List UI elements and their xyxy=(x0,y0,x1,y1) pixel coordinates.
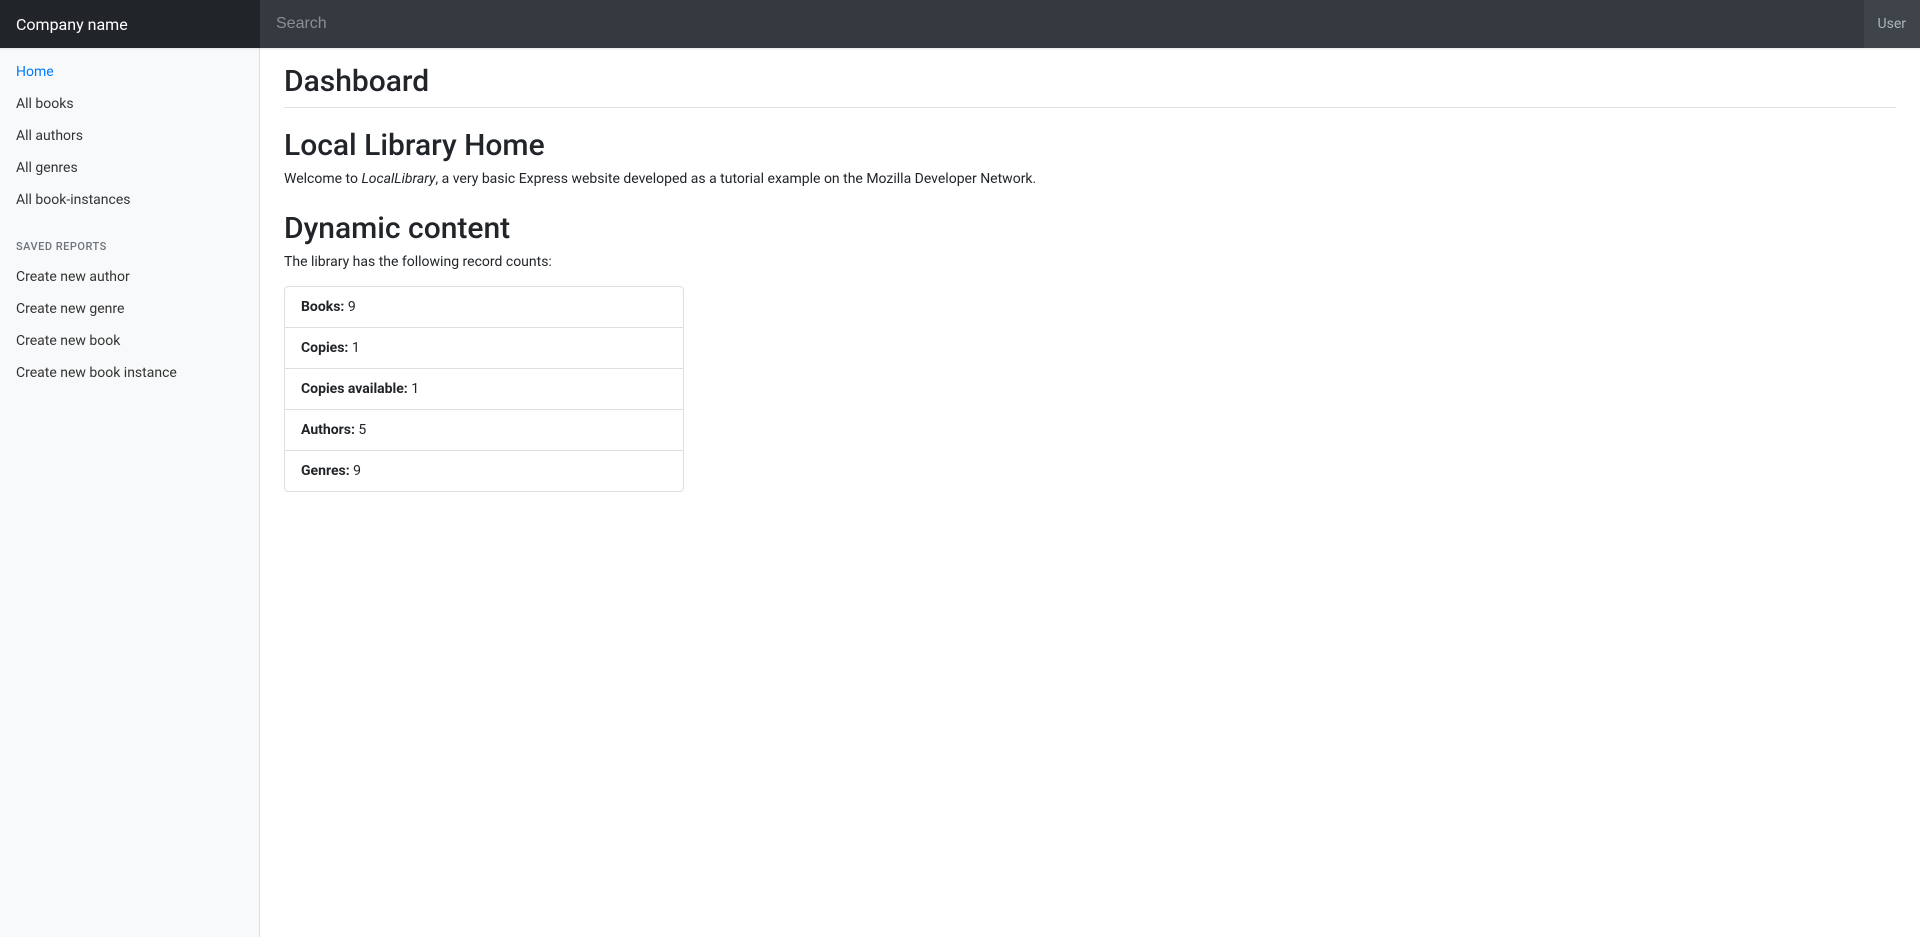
sidebar-item-all-book-instances[interactable]: All book-instances xyxy=(0,184,260,216)
records-intro: The library has the following record cou… xyxy=(284,254,1896,270)
record-label: Authors: xyxy=(301,422,355,438)
sidebar-item-all-authors[interactable]: All authors xyxy=(0,120,260,152)
home-title: Local Library Home xyxy=(284,128,1896,163)
top-header: Company name User xyxy=(0,0,1920,48)
sidebar-item-all-books[interactable]: All books xyxy=(0,88,260,120)
main-content: Dashboard Local Library Home Welcome to … xyxy=(260,48,1920,508)
sidebar-section-heading: Saved reports xyxy=(0,232,260,261)
record-label: Books: xyxy=(301,299,344,315)
welcome-text: Welcome to LocalLibrary, a very basic Ex… xyxy=(284,171,1896,187)
record-value: 1 xyxy=(352,340,360,356)
sidebar: Home All books All authors All genres Al… xyxy=(0,48,260,937)
sidebar-nav-primary: Home All books All authors All genres Al… xyxy=(0,56,260,216)
sidebar-item-create-genre[interactable]: Create new genre xyxy=(0,293,260,325)
record-label: Copies available: xyxy=(301,381,408,397)
dynamic-content-title: Dynamic content xyxy=(284,211,1896,246)
list-item: Genres: 9 xyxy=(285,451,683,491)
user-menu[interactable]: User xyxy=(1864,0,1920,48)
welcome-em: LocalLibrary xyxy=(361,171,435,187)
record-label: Copies: xyxy=(301,340,348,356)
record-value: 5 xyxy=(358,422,366,438)
search-area xyxy=(260,0,1864,48)
record-label: Genres: xyxy=(301,463,350,479)
search-input[interactable] xyxy=(260,0,1864,48)
sidebar-nav-actions: Create new author Create new genre Creat… xyxy=(0,261,260,389)
sidebar-item-all-genres[interactable]: All genres xyxy=(0,152,260,184)
welcome-suffix: , a very basic Express website developed… xyxy=(435,171,1036,187)
list-item: Copies: 1 xyxy=(285,328,683,369)
page-title: Dashboard xyxy=(284,64,1896,108)
sidebar-item-create-author[interactable]: Create new author xyxy=(0,261,260,293)
record-value: 9 xyxy=(348,299,356,315)
brand-label[interactable]: Company name xyxy=(0,0,260,48)
sidebar-item-create-book[interactable]: Create new book xyxy=(0,325,260,357)
record-value: 9 xyxy=(353,463,361,479)
welcome-prefix: Welcome to xyxy=(284,171,361,187)
list-item: Books: 9 xyxy=(285,287,683,328)
records-list: Books: 9 Copies: 1 Copies available: 1 A… xyxy=(284,286,684,492)
sidebar-item-home[interactable]: Home xyxy=(0,56,260,88)
record-value: 1 xyxy=(411,381,419,397)
sidebar-item-create-book-instance[interactable]: Create new book instance xyxy=(0,357,260,389)
list-item: Authors: 5 xyxy=(285,410,683,451)
list-item: Copies available: 1 xyxy=(285,369,683,410)
